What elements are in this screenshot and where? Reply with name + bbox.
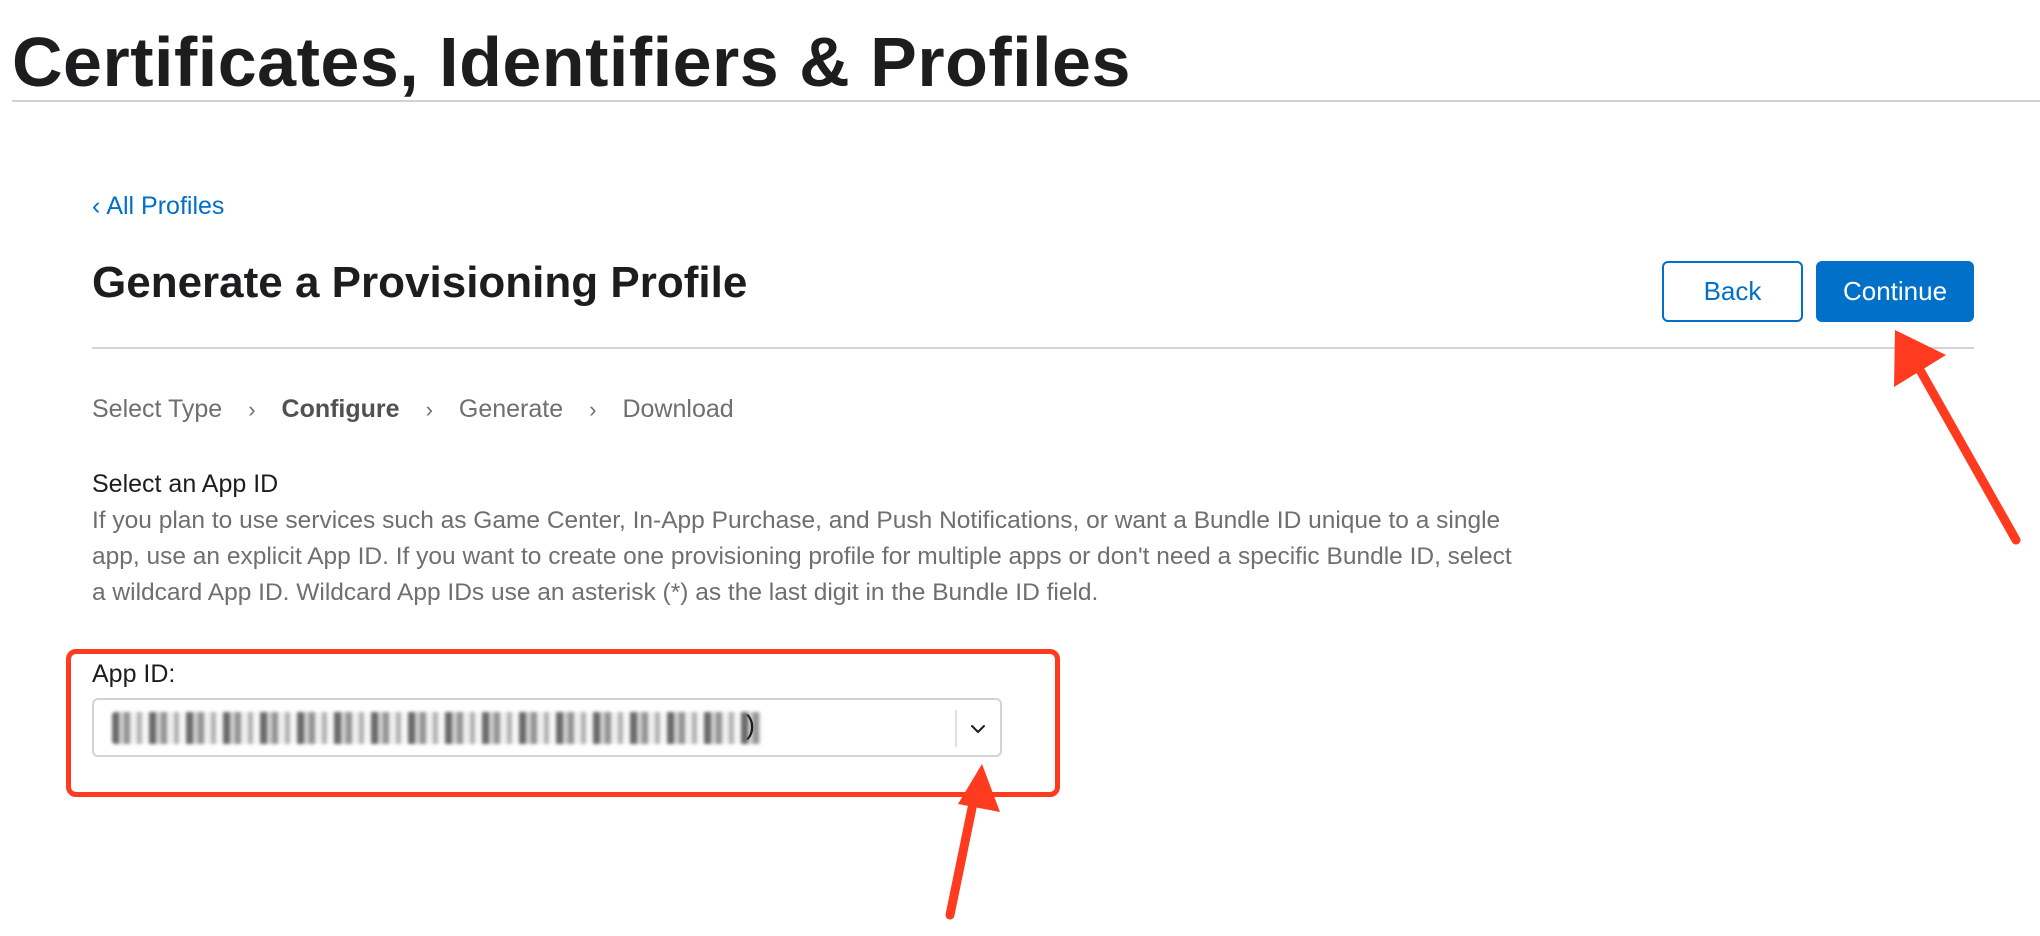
back-button[interactable]: Back	[1662, 261, 1803, 322]
step-select-type: Select Type	[92, 395, 223, 423]
chevron-down-icon[interactable]	[966, 717, 990, 741]
app-id-label: App ID:	[92, 660, 176, 688]
app-id-dropdown[interactable]: )	[92, 698, 1002, 757]
section-divider	[92, 347, 1974, 349]
chevron-right-icon: ›	[248, 396, 256, 422]
all-profiles-link[interactable]: ‹ All Profiles	[92, 192, 224, 221]
step-generate: Generate	[458, 395, 564, 423]
step-configure: Configure	[281, 395, 400, 423]
chevron-right-icon: ›	[425, 396, 433, 422]
app-id-value-suffix: )	[746, 710, 755, 740]
page: Certificates, Identifiers & Profiles ‹ Al…	[0, 0, 2040, 936]
dropdown-divider	[955, 710, 957, 747]
section-title: Generate a Provisioning Profile	[92, 258, 748, 307]
step-download: Download	[622, 395, 734, 423]
chevron-right-icon: ›	[589, 396, 597, 422]
all-profiles-link-label: All Profiles	[106, 192, 225, 220]
select-app-id-heading: Select an App ID	[92, 470, 279, 498]
page-title: Certificates, Identifiers & Profiles	[12, 23, 1131, 101]
continue-button[interactable]: Continue	[1816, 261, 1974, 322]
chevron-left-icon: ‹	[92, 192, 101, 220]
progress-steps: Select Type › Configure › Generate › Dow…	[92, 395, 734, 424]
app-id-description: If you plan to use services such as Game…	[92, 507, 1512, 606]
app-id-value-redacted	[112, 712, 762, 744]
header-divider	[12, 100, 2040, 102]
arrow-to-continue-icon	[1894, 330, 2021, 545]
